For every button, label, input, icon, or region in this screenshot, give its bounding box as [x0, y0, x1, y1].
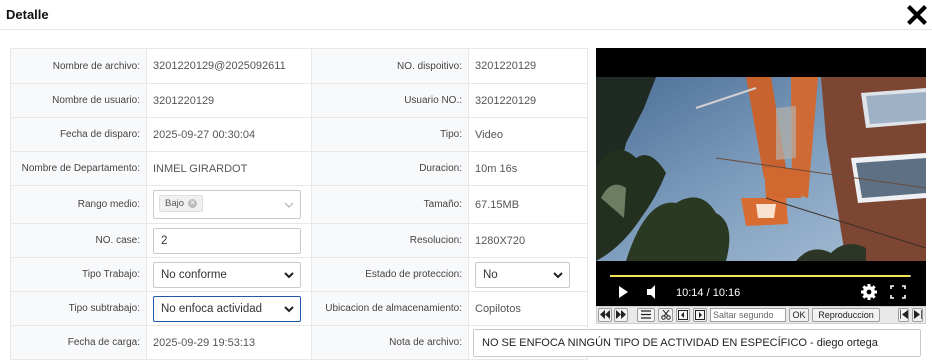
video-player[interactable]: 10:14 / 10:16 [596, 48, 926, 307]
value-departamento: INMEL GIRARDOT [146, 151, 312, 186]
chip-remove-icon[interactable]: ✕ [188, 198, 198, 208]
label-nombre-usuario: Nombre de usuario: [10, 83, 147, 118]
playback-button[interactable]: Reproduccion [812, 308, 880, 322]
value-resolucion: 1280X720 [468, 223, 588, 258]
video-time: 10:14 / 10:16 [676, 287, 740, 299]
fast-forward-button[interactable] [614, 308, 628, 322]
chip-label: Bajo [165, 198, 185, 209]
estado-proteccion-value: No [483, 268, 498, 281]
value-nombre-usuario: 3201220129 [146, 83, 312, 118]
close-icon[interactable] [906, 4, 928, 26]
value-fecha-carga: 2025-09-29 19:53:13 [146, 325, 312, 360]
value-tamano: 67.15MB [468, 185, 588, 224]
label-departamento: Nombre de Departamento: [10, 151, 147, 186]
video-frame: 10:14 / 10:16 [596, 77, 926, 307]
no-case-input[interactable]: 2 [153, 227, 301, 254]
rango-medio-cell: Bajo ✕ [146, 185, 312, 224]
label-no-dispositivo: NO. dispoitivo: [311, 48, 469, 84]
label-nombre-archivo: Nombre de archivo: [10, 48, 147, 84]
detail-form: Nombre de archivo: 3201220129@2025092611… [10, 48, 921, 360]
next-frame-button[interactable] [693, 308, 707, 322]
label-duracion: Duracion: [311, 151, 469, 186]
rango-medio-select[interactable]: Bajo ✕ [153, 190, 301, 219]
value-no-dispositivo: 3201220129 [468, 48, 588, 84]
label-nota-archivo: Nota de archivo: [311, 325, 469, 360]
list-button[interactable] [637, 308, 655, 322]
label-resolucion: Resolucion: [311, 223, 469, 258]
value-duracion: 10m 16s [468, 151, 588, 186]
chevron-down-icon [553, 271, 563, 278]
label-rango-medio: Rango medio: [10, 185, 147, 224]
video-toolbar: Saltar segundo OK Reproduccion [596, 306, 926, 324]
estado-proteccion-select[interactable]: No [475, 261, 570, 288]
video-progress-fill [610, 275, 911, 277]
label-tipo: Tipo: [311, 117, 469, 152]
label-tamano: Tamaño: [311, 185, 469, 224]
prev-frame-button[interactable] [676, 308, 690, 322]
tipo-trabajo-cell: No conforme [146, 257, 312, 292]
tipo-subtrabajo-value: No enfoca actividad [161, 302, 263, 315]
chevron-down-icon [284, 202, 294, 208]
estado-proteccion-cell: No [468, 257, 588, 292]
ok-button[interactable]: OK [789, 308, 809, 322]
rango-medio-chip[interactable]: Bajo ✕ [159, 195, 204, 212]
label-no-case: NO. case: [10, 223, 147, 258]
tipo-subtrabajo-select[interactable]: No enfoca actividad [153, 295, 301, 322]
tipo-subtrabajo-cell: No enfoca actividad [146, 291, 312, 326]
label-usuario-no: Usuario NO.: [311, 83, 469, 118]
tipo-trabajo-select[interactable]: No conforme [153, 261, 301, 288]
nota-archivo-cell: NO SE ENFOCA NINGÚN TIPO DE ACTIVIDAD EN… [468, 325, 921, 360]
rewind-button[interactable] [598, 308, 612, 322]
label-tipo-trabajo: Tipo Trabajo: [10, 257, 147, 292]
value-ubicacion: Copilotos [468, 291, 588, 326]
chevron-down-icon [284, 305, 294, 312]
skip-end-button[interactable] [912, 308, 923, 322]
tipo-trabajo-value: No conforme [161, 268, 227, 281]
nota-archivo-input[interactable]: NO SE ENFOCA NINGÚN TIPO DE ACTIVIDAD EN… [473, 329, 921, 357]
value-fecha-disparo: 2025-09-27 00:30:04 [146, 117, 312, 152]
label-fecha-disparo: Fecha de disparo: [10, 117, 147, 152]
label-tipo-subtrabajo: Tipo subtrabajo: [10, 291, 147, 326]
no-case-cell: 2 [146, 223, 312, 258]
no-case-value: 2 [161, 234, 168, 247]
dialog-header: Detalle [0, 0, 932, 30]
value-usuario-no: 3201220129 [468, 83, 588, 118]
skip-start-button[interactable] [898, 308, 909, 322]
dialog-title: Detalle [6, 7, 49, 22]
chevron-down-icon [284, 271, 294, 278]
value-nombre-archivo: 3201220129@2025092611 [146, 48, 312, 84]
label-estado-proteccion: Estado de proteccion: [311, 257, 469, 292]
nota-archivo-value: NO SE ENFOCA NINGÚN TIPO DE ACTIVIDAD EN… [482, 337, 878, 349]
value-tipo: Video [468, 117, 588, 152]
seek-seconds-input[interactable]: Saltar segundo [710, 308, 786, 322]
label-fecha-carga: Fecha de carga: [10, 325, 147, 360]
cut-button[interactable] [658, 308, 673, 322]
settings-icon [861, 284, 877, 300]
label-ubicacion: Ubicacion de almacenamiento: [311, 291, 469, 326]
